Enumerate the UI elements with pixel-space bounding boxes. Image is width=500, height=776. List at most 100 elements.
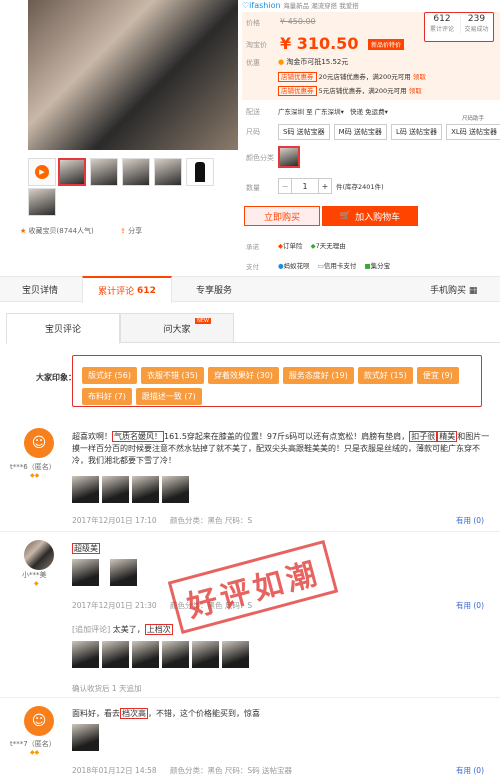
- highlight-phrase: 超级美: [72, 543, 100, 554]
- review-photo[interactable]: [192, 641, 219, 668]
- highlight-phrase: 上档次: [144, 624, 173, 635]
- size-options: S码 送帖宝器 M码 送帖宝器 L码 送帖宝器 XL码 送帖宝器: [278, 124, 500, 140]
- impression-tag[interactable]: 衣服不错 (35): [140, 367, 204, 384]
- review-date: 2018年01月12日 14:58: [72, 766, 157, 775]
- impression-tag[interactable]: 穿着效果好 (30): [207, 367, 279, 384]
- review-photo[interactable]: [162, 476, 189, 503]
- coupon-tag: 店铺优惠券: [278, 72, 317, 82]
- brand-header: ♡ifashion 海量新品 潮流穿搭 我爱搭: [242, 0, 500, 10]
- review-photo[interactable]: [72, 559, 99, 586]
- coin-text: 淘金币可抵15.52元: [286, 58, 349, 66]
- delivery-to-select[interactable]: 广东深圳: [315, 108, 341, 116]
- add-to-cart-button[interactable]: 🛒 加入购物车: [322, 206, 418, 226]
- review-photo[interactable]: [102, 641, 129, 668]
- qty-minus-button[interactable]: −: [278, 178, 292, 194]
- size-option-s[interactable]: S码 送帖宝器: [278, 124, 330, 140]
- share-label: 分享: [128, 227, 143, 235]
- qty-label: 数量: [246, 184, 260, 192]
- impression-tag[interactable]: 版式好 (56): [82, 367, 137, 384]
- tab-detail[interactable]: 宝贝详情: [22, 283, 58, 296]
- coin-row: ● 淘金币可抵15.52元: [278, 57, 348, 67]
- delivery-label: 配送: [246, 108, 260, 116]
- reviewer-level-icon: ◆◆: [30, 749, 40, 756]
- review-text: 超级美: [72, 543, 100, 554]
- chevron-down-icon: ▾: [340, 108, 344, 116]
- pay-points: 集分宝: [370, 262, 391, 270]
- highlight-phrase: 精美: [437, 431, 458, 442]
- tab-reviews-label: 累计评论: [98, 287, 135, 297]
- promo-badge: 新品价特价: [368, 39, 405, 50]
- review-date: 2017年12月01日 17:10: [72, 516, 157, 525]
- reviews-stat[interactable]: 612 累计评论: [426, 14, 458, 33]
- useful-button[interactable]: 有用 (0): [456, 765, 484, 776]
- coin-icon: ●: [278, 58, 285, 66]
- buy-now-button[interactable]: 立即购买: [244, 206, 320, 226]
- followup-meta: 确认收货后 1 天追加: [72, 684, 142, 693]
- review-photo[interactable]: [222, 641, 249, 668]
- impression-tag[interactable]: 便宜 (9): [416, 367, 459, 384]
- impression-tag[interactable]: 跟描述一致 (7): [135, 388, 202, 405]
- size-guide-link[interactable]: 尺码助手: [462, 114, 484, 122]
- review-photo[interactable]: [132, 476, 159, 503]
- useful-button[interactable]: 有用 (0): [456, 600, 484, 611]
- thumbnail-strip: ▶: [28, 158, 238, 218]
- reviewer-avatar: ☺: [24, 428, 54, 458]
- cart-icon: 🛒: [339, 211, 352, 221]
- promo-price-label: 淘宝价: [246, 41, 267, 49]
- tab-service[interactable]: 专享服务: [196, 283, 232, 296]
- size-label: 尺码: [246, 128, 260, 136]
- original-price: ¥ 450.00: [280, 17, 316, 26]
- reviewer-avatar: ☺: [24, 706, 54, 736]
- size-option-m[interactable]: M码 送帖宝器: [333, 124, 387, 140]
- subtab-reviews[interactable]: 宝贝评论: [6, 313, 120, 344]
- review-photo[interactable]: [110, 559, 137, 586]
- review-photo[interactable]: [72, 641, 99, 668]
- share-icon: ⇪: [120, 227, 126, 235]
- promo-price: ¥ 310.50: [280, 34, 359, 53]
- thumbnail-1[interactable]: [58, 158, 86, 186]
- pay-credit: 信用卡支付: [323, 262, 357, 270]
- subtab-ask-label: 问大家: [163, 324, 191, 335]
- followup-photos: [72, 641, 252, 670]
- tab-reviews[interactable]: 累计评论 612: [82, 276, 172, 303]
- qty-plus-button[interactable]: +: [318, 178, 332, 194]
- color-label: 颜色分类: [246, 154, 274, 162]
- review-divider: [0, 697, 500, 698]
- color-option-black[interactable]: [278, 146, 300, 168]
- review-photo[interactable]: [162, 641, 189, 668]
- size-option-xl[interactable]: XL码 送帖宝器: [446, 124, 500, 140]
- promise-return: 7天无理由: [315, 242, 346, 250]
- thumbnail-4[interactable]: [154, 158, 182, 186]
- favorite-link[interactable]: ★ 收藏宝贝(8744人气): [20, 226, 94, 236]
- qty-stepper: − 1 + 件(库存2401件): [278, 178, 384, 194]
- tab-reviews-count: 612: [137, 285, 156, 296]
- impression-tag[interactable]: 服务态度好 (19): [282, 367, 354, 384]
- main-product-photo: [28, 0, 238, 150]
- review-photo[interactable]: [132, 641, 159, 668]
- coupon-text: 20元店铺优惠券，满200元可用: [318, 73, 411, 81]
- thumbnail-2[interactable]: [90, 158, 118, 186]
- pay-label: 支付: [246, 263, 259, 271]
- review-photo[interactable]: [72, 724, 99, 751]
- size-option-l[interactable]: L码 送帖宝器: [390, 124, 443, 140]
- video-play-icon[interactable]: ▶: [28, 158, 56, 186]
- thumbnail-6[interactable]: [28, 188, 56, 216]
- brand-name: ifashion: [249, 1, 281, 10]
- impression-tag[interactable]: 布料好 (7): [82, 388, 132, 405]
- qty-input[interactable]: 1: [292, 178, 318, 194]
- impression-tag[interactable]: 款式好 (15): [357, 367, 413, 384]
- coupon-claim-link[interactable]: 领取: [409, 87, 422, 95]
- coupon-claim-link[interactable]: 领取: [413, 73, 426, 81]
- thumbnail-3[interactable]: [122, 158, 150, 186]
- review-photo[interactable]: [72, 476, 99, 503]
- subtab-ask[interactable]: 问大家 NEW: [120, 313, 234, 343]
- delivery-express: 快递 免运费: [350, 108, 385, 116]
- thumbnail-5[interactable]: [186, 158, 214, 186]
- qr-code-icon: ▦: [468, 286, 478, 296]
- share-link[interactable]: ⇪ 分享: [120, 226, 142, 236]
- followup-text: [追加评论] 太美了， 上档次: [72, 624, 173, 635]
- tab-mobile[interactable]: 手机购买 ▦: [430, 283, 477, 296]
- review-photo[interactable]: [102, 476, 129, 503]
- add-to-cart-label: 加入购物车: [355, 212, 401, 223]
- useful-button[interactable]: 有用 (0): [456, 515, 484, 526]
